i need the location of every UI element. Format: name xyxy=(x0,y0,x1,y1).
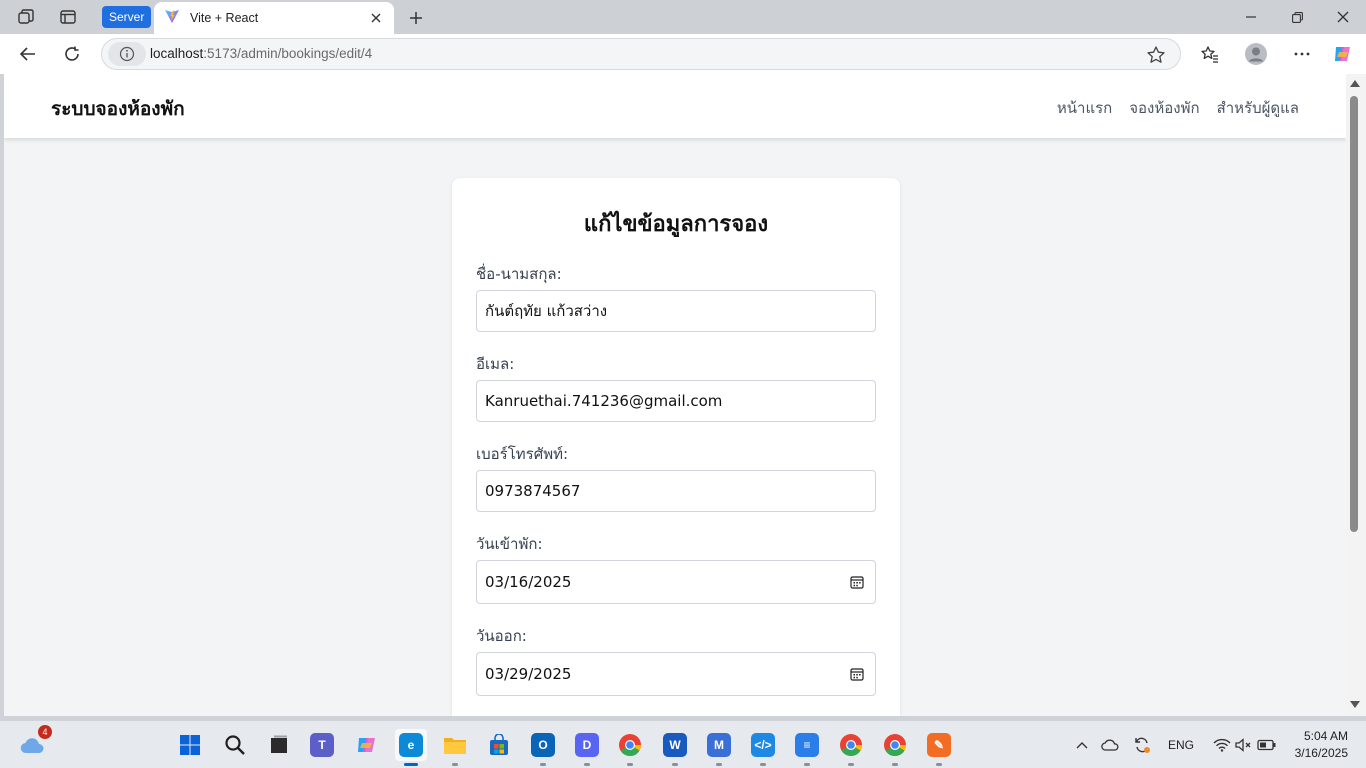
taskbar-app-m365[interactable]: M xyxy=(703,729,735,766)
taskbar-app-discord[interactable]: D xyxy=(571,729,603,766)
running-indicator xyxy=(672,763,678,766)
nav-link-home[interactable]: หน้าแรก xyxy=(1057,96,1112,120)
windows-taskbar: 4 Te O D W M </> ≡ ✎ ENG 5:04 AM 3/16/2025 xyxy=(0,720,1366,768)
site-nav: หน้าแรก จองห้องพัก สำหรับผู้ดูแล xyxy=(1057,96,1299,120)
site-brand[interactable]: ระบบจองห้องพัก xyxy=(51,94,185,124)
running-indicator xyxy=(892,763,898,766)
restore-icon[interactable] xyxy=(1274,0,1320,34)
onedrive-cloud-icon[interactable] xyxy=(1094,729,1126,761)
taskbar-app-chrome[interactable] xyxy=(614,729,646,766)
running-indicator xyxy=(584,763,590,766)
taskbar-app-store[interactable] xyxy=(483,729,515,761)
taskbar-app-notepad[interactable]: ≡ xyxy=(791,729,823,766)
running-indicator xyxy=(760,763,766,766)
running-indicator xyxy=(452,763,458,766)
calendar-icon[interactable] xyxy=(850,667,864,681)
weather-badge: 4 xyxy=(38,725,52,739)
site-info-icon[interactable] xyxy=(108,42,146,66)
taskbar-app-search[interactable] xyxy=(219,729,251,761)
check-in-label: วันเข้าพัก: xyxy=(476,535,543,553)
taskbar-app-start[interactable] xyxy=(174,729,206,761)
clock-time[interactable]: 5:04 AM xyxy=(1290,729,1348,743)
taskbar-app-word[interactable]: W xyxy=(659,729,691,766)
scroll-down-arrow-icon[interactable] xyxy=(1350,701,1360,708)
favorites-icon[interactable] xyxy=(1198,42,1222,66)
taskbar-app-edge[interactable]: e xyxy=(395,729,427,766)
minimize-icon[interactable] xyxy=(1228,0,1274,34)
check-in-date-input[interactable]: 03/16/2025 xyxy=(476,560,876,604)
favorite-star-icon[interactable] xyxy=(1146,45,1166,65)
tab-actions-icon[interactable] xyxy=(58,7,78,27)
phone-input[interactable]: 0973874567 xyxy=(476,470,876,512)
close-tab-icon[interactable] xyxy=(368,10,384,26)
vite-logo-icon xyxy=(164,8,180,28)
taskbar-app-teams[interactable]: T xyxy=(306,729,338,761)
address-bar[interactable]: localhost:5173/admin/bookings/edit/4 xyxy=(101,38,1181,70)
sync-icon[interactable] xyxy=(1126,729,1158,761)
workspaces-icon[interactable] xyxy=(16,7,36,27)
calendar-icon[interactable] xyxy=(850,575,864,589)
taskbar-app-copilot[interactable] xyxy=(351,729,383,761)
back-arrow-icon[interactable] xyxy=(16,42,40,66)
profile-avatar-icon[interactable] xyxy=(1244,42,1268,66)
refresh-icon[interactable] xyxy=(60,42,84,66)
taskbar-app-file-explorer[interactable] xyxy=(439,729,471,766)
taskbar-app-vscode[interactable]: </> xyxy=(747,729,779,766)
nav-link-admin[interactable]: สำหรับผู้ดูแล xyxy=(1217,96,1299,120)
close-window-icon[interactable] xyxy=(1320,0,1366,34)
phone-label: เบอร์โทรศัพท์: xyxy=(476,445,569,463)
running-indicator xyxy=(804,763,810,766)
site-header: ระบบจองห้องพัก หน้าแรก จองห้องพัก สำหรับ… xyxy=(4,74,1346,138)
email-input[interactable]: Kanruethai.741236@gmail.com xyxy=(476,380,876,422)
language-indicator[interactable]: ENG xyxy=(1168,738,1194,752)
running-indicator xyxy=(404,763,418,766)
scroll-thumb[interactable] xyxy=(1350,96,1358,532)
taskbar-app-postman[interactable]: ✎ xyxy=(923,729,955,766)
taskbar-app-outlook[interactable]: O xyxy=(527,729,559,766)
taskbar-app-chrome-3[interactable] xyxy=(879,729,911,766)
running-indicator xyxy=(936,763,942,766)
browser-title-bar: Server Vite + React xyxy=(0,0,1366,34)
email-label: อีเมล: xyxy=(476,355,515,373)
copilot-icon[interactable] xyxy=(1331,42,1355,66)
tab-title: Vite + React xyxy=(190,11,259,25)
taskbar-app-task-view[interactable] xyxy=(263,729,295,761)
check-out-date-input[interactable]: 03/29/2025 xyxy=(476,652,876,696)
url-text[interactable]: localhost:5173/admin/bookings/edit/4 xyxy=(150,46,372,61)
page-viewport: ระบบจองห้องพัก หน้าแรก จองห้องพัก สำหรับ… xyxy=(4,74,1346,716)
page-scrollbar[interactable] xyxy=(1346,74,1366,716)
server-tab-group-label[interactable]: Server xyxy=(102,6,152,28)
weather-widget[interactable]: 4 xyxy=(16,725,52,761)
clock-date[interactable]: 3/16/2025 xyxy=(1276,746,1348,760)
full-name-label: ชื่อ-นามสกุล: xyxy=(476,265,562,283)
running-indicator xyxy=(540,763,546,766)
form-title: แก้ไขข้อมูลการจอง xyxy=(583,212,769,237)
running-indicator xyxy=(716,763,722,766)
tab-vite-react[interactable]: Vite + React xyxy=(154,2,394,34)
nav-link-book-room[interactable]: จองห้องพัก xyxy=(1129,96,1199,120)
check-in-date-value: 03/16/2025 xyxy=(485,573,572,591)
running-indicator xyxy=(627,763,633,766)
new-tab-icon[interactable] xyxy=(405,7,427,29)
more-options-icon[interactable] xyxy=(1290,42,1314,66)
check-out-label: วันออก: xyxy=(476,627,527,645)
edit-booking-card: แก้ไขข้อมูลการจอง ชื่อ-นามสกุล: กันต์ฤทั… xyxy=(452,178,900,716)
full-name-input[interactable]: กันต์ฤทัย แก้วสว่าง xyxy=(476,290,876,332)
scroll-up-arrow-icon[interactable] xyxy=(1350,80,1360,87)
check-out-date-value: 03/29/2025 xyxy=(485,665,572,683)
running-indicator xyxy=(848,763,854,766)
taskbar-app-chrome-2[interactable] xyxy=(835,729,867,766)
browser-toolbar: localhost:5173/admin/bookings/edit/4 xyxy=(0,34,1366,74)
